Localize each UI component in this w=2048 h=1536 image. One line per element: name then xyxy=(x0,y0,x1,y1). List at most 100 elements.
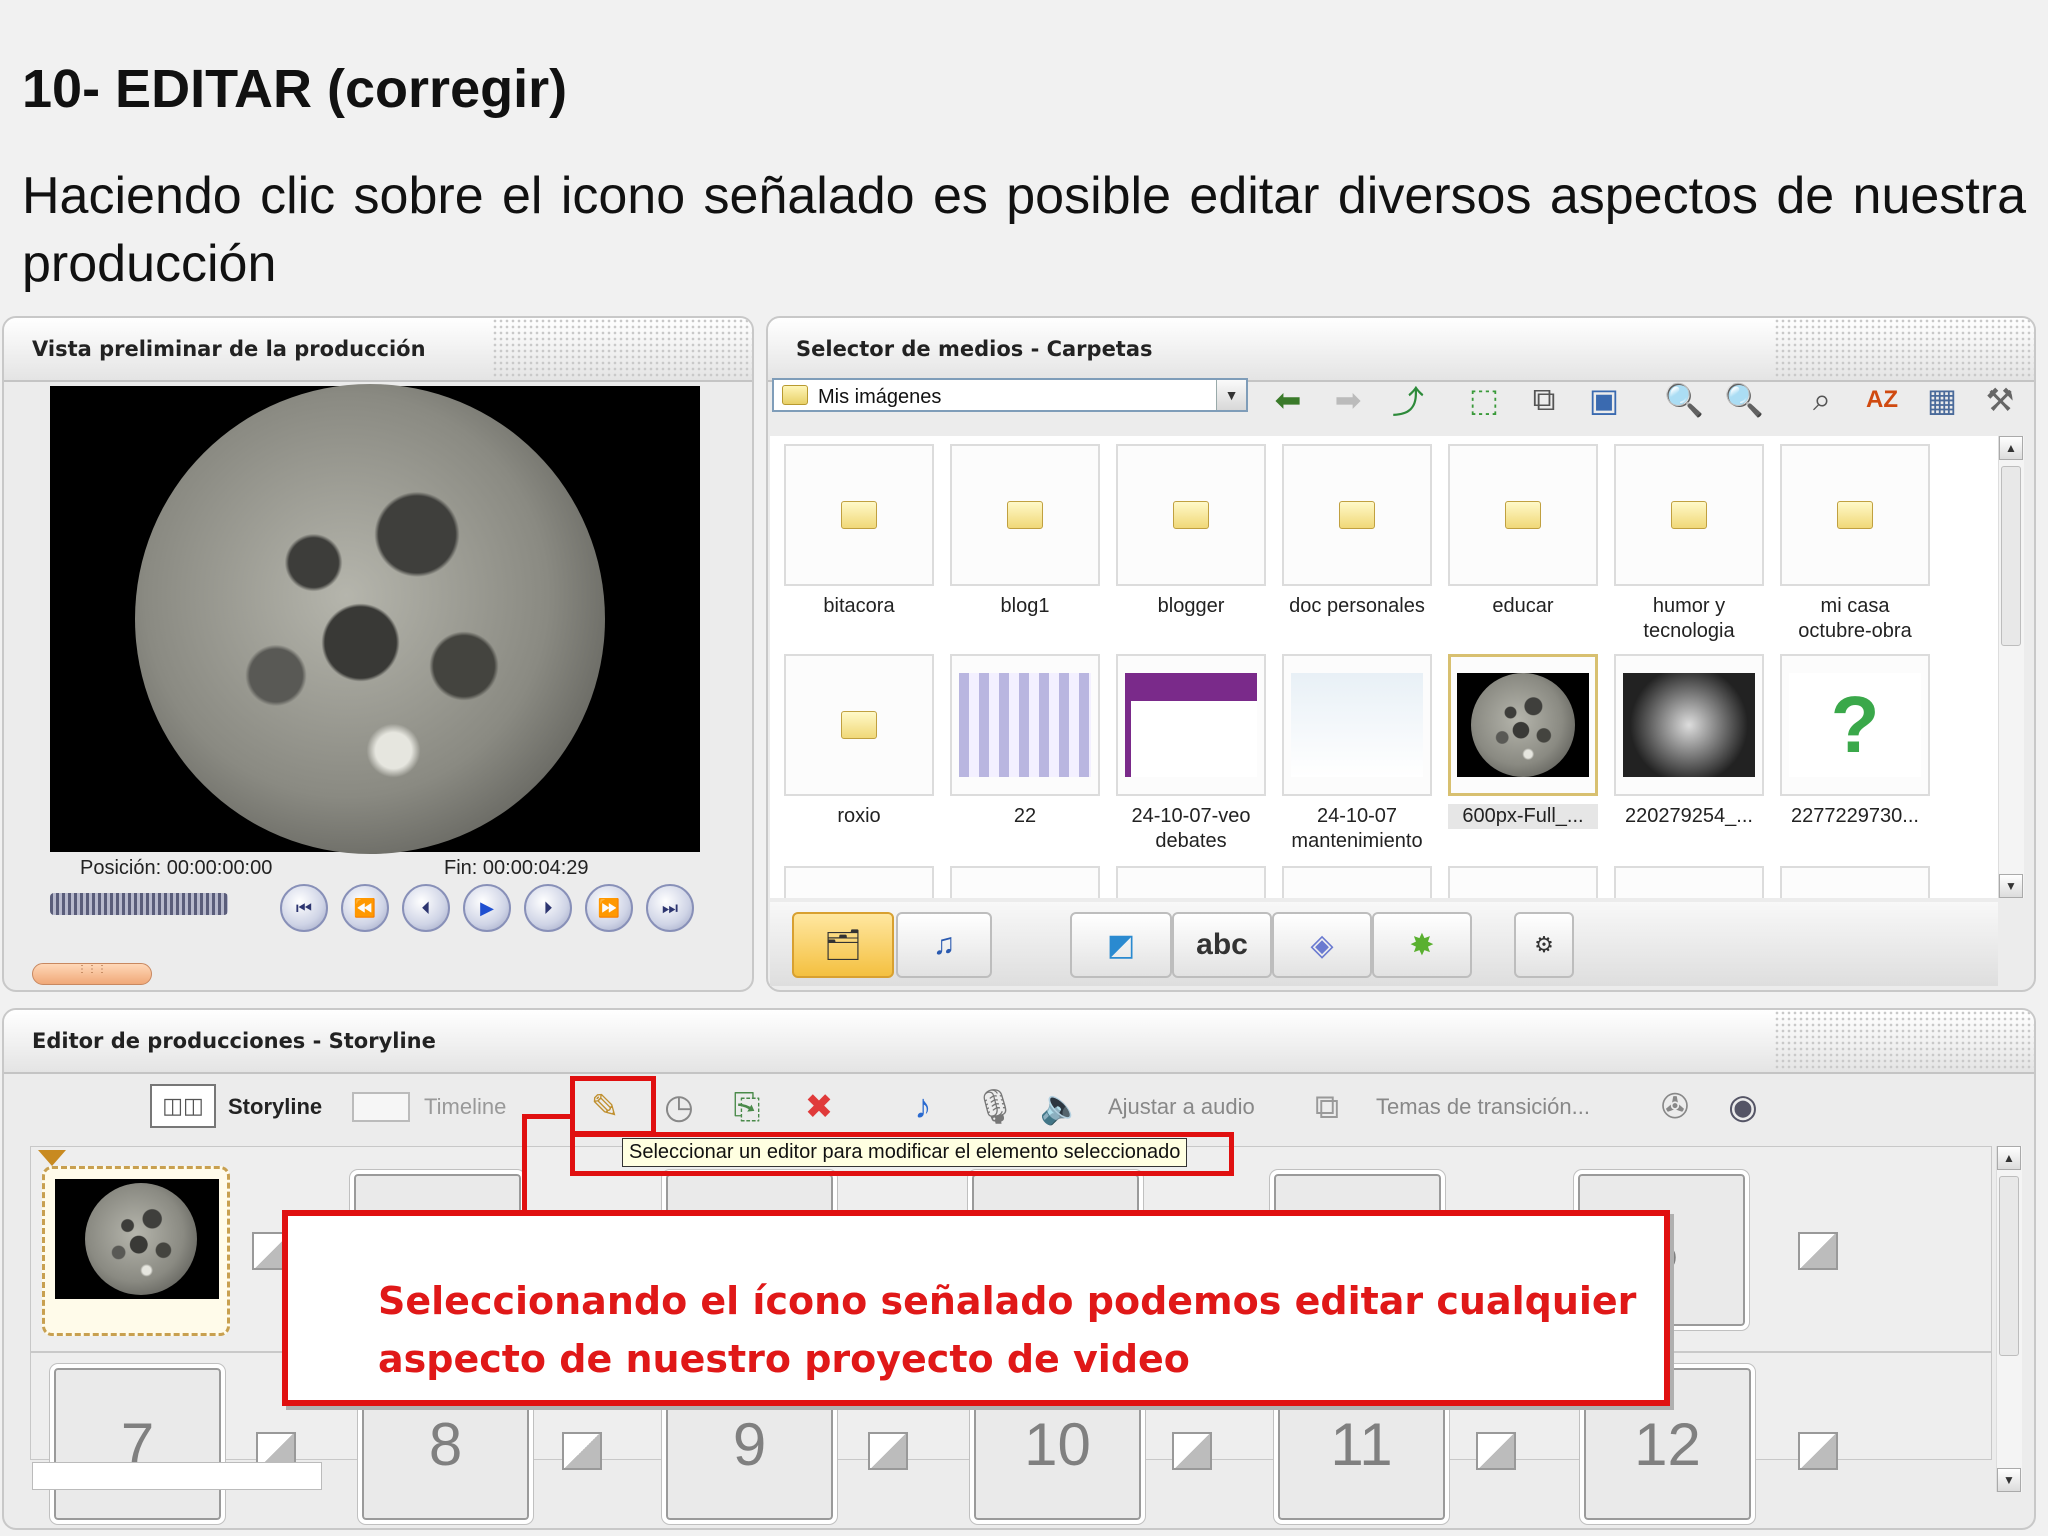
forward-arrow-icon[interactable]: ➡ xyxy=(1326,380,1370,420)
playback-seek-bar[interactable] xyxy=(50,893,228,915)
scroll-down-arrow-icon[interactable]: ▼ xyxy=(1999,874,2023,898)
tab-effects[interactable]: ✸ xyxy=(1372,912,1472,978)
media-thumbnail-partial[interactable] xyxy=(784,866,934,898)
transition-slot-icon[interactable] xyxy=(1172,1432,1212,1470)
image-preview xyxy=(1623,673,1755,777)
storyline-slot-7[interactable]: 7 xyxy=(50,1364,225,1524)
film-reel-icon[interactable]: ✇ xyxy=(1650,1084,1700,1130)
preview-media-icon[interactable]: ▣ xyxy=(1582,380,1626,420)
previous-frame-button[interactable]: ⏴ xyxy=(402,884,450,932)
fit-to-audio-label[interactable]: Ajustar a audio xyxy=(1108,1094,1255,1120)
media-folder-item[interactable]: mi casa octubre-obra xyxy=(1780,444,1930,644)
media-folder-item[interactable]: educar xyxy=(1448,444,1598,619)
media-image-item[interactable]: ? 2277229730... xyxy=(1780,654,1930,829)
view-mode-icon[interactable]: ▦ xyxy=(1920,380,1964,420)
tab-text[interactable]: abc xyxy=(1172,912,1272,978)
zoom-in-icon[interactable]: 🔍 xyxy=(1662,380,1706,420)
copy-files-icon[interactable]: ⧉ xyxy=(1522,380,1566,420)
scroll-thumb[interactable] xyxy=(2001,466,2021,646)
timeline-mode-icon[interactable] xyxy=(352,1092,410,1122)
storyline-mode-icon[interactable]: ◫◫ xyxy=(150,1084,216,1128)
go-to-end-button[interactable]: ⏭ xyxy=(646,884,694,932)
search-icon[interactable]: ⌕ xyxy=(1800,380,1844,420)
media-thumbnail-partial[interactable] xyxy=(1282,866,1432,898)
storyline-vertical-scrollbar[interactable]: ▲ ▼ xyxy=(1996,1146,2022,1492)
storyline-mode-label[interactable]: Storyline xyxy=(228,1094,322,1120)
media-folder-item[interactable]: roxio xyxy=(784,654,934,829)
media-folder-item[interactable]: humor y tecnologia xyxy=(1614,444,1764,644)
transition-slot-icon[interactable] xyxy=(562,1432,602,1470)
moon-image xyxy=(1471,673,1575,777)
folder-select[interactable]: Mis imágenes ▼ xyxy=(772,378,1248,412)
media-folder-item[interactable]: bitacora xyxy=(784,444,934,619)
media-thumbnail: ? xyxy=(1780,654,1930,796)
folder-icon xyxy=(782,385,808,405)
media-folder-item[interactable]: blog1 xyxy=(950,444,1100,619)
folder-select-value: Mis imágenes xyxy=(818,386,942,408)
fast-forward-button[interactable]: ⏩ xyxy=(585,884,633,932)
play-button[interactable]: ▶ xyxy=(463,884,511,932)
transition-slot-icon[interactable] xyxy=(1798,1432,1838,1470)
scroll-up-arrow-icon[interactable]: ▲ xyxy=(1997,1146,2021,1170)
tools-icon[interactable]: ⚒ xyxy=(1978,380,2022,420)
transition-themes-label[interactable]: Temas de transición... xyxy=(1376,1094,1590,1120)
back-arrow-icon[interactable]: ⬅ xyxy=(1266,380,1310,420)
tab-transitions[interactable]: ◈ xyxy=(1272,912,1372,978)
header-dot-pattern xyxy=(1774,318,2034,378)
preview-panel-header: Vista preliminar de la producción xyxy=(4,318,752,382)
slide-intro-text: Haciendo clic sobre el icono señalado es… xyxy=(22,167,2026,293)
scroll-down-arrow-icon[interactable]: ▼ xyxy=(1997,1468,2021,1492)
transition-themes-icon[interactable]: ⧉ xyxy=(1302,1084,1352,1130)
speaker-icon[interactable]: 🔈 xyxy=(1036,1084,1086,1130)
timeline-mode-label[interactable]: Timeline xyxy=(424,1094,506,1120)
dvd-icon[interactable]: ◉ xyxy=(1718,1084,1768,1130)
tab-folders[interactable]: 🗂 xyxy=(792,912,894,978)
tab-backgrounds[interactable]: ◩ xyxy=(1070,912,1172,978)
media-image-item[interactable]: 220279254_... xyxy=(1614,654,1764,829)
media-thumbnail-partial[interactable] xyxy=(1116,866,1266,898)
media-image-item[interactable]: 600px-Full_... xyxy=(1448,654,1598,829)
folder-up-icon[interactable]: ⤴ xyxy=(1386,380,1430,420)
preview-scroll-handle[interactable]: ⋮⋮⋮ xyxy=(32,963,152,985)
transition-slot-icon[interactable] xyxy=(1798,1232,1838,1270)
media-item-label: bitacora xyxy=(823,595,895,617)
tab-audio[interactable]: ♫ xyxy=(896,912,992,978)
editor-tooltip: Seleccionar un editor para modificar el … xyxy=(622,1138,1188,1167)
scroll-up-arrow-icon[interactable]: ▲ xyxy=(1999,436,2023,460)
microphone-icon[interactable]: 🎙 xyxy=(970,1084,1020,1130)
media-vertical-scrollbar[interactable]: ▲ ▼ xyxy=(1998,436,2024,898)
media-thumbnail-partial[interactable] xyxy=(1448,866,1598,898)
tab-plugins[interactable]: ⚙ xyxy=(1514,912,1574,978)
sort-az-icon[interactable]: AZ xyxy=(1860,380,1904,420)
media-thumbnail xyxy=(1116,444,1266,586)
media-item-label: doc personales xyxy=(1289,595,1425,617)
media-folder-item[interactable]: blogger xyxy=(1116,444,1266,619)
scroll-thumb[interactable] xyxy=(1999,1176,2019,1356)
media-image-item[interactable]: 24-10-07-veo debates xyxy=(1116,654,1266,854)
media-panel-title: Selector de medios - Carpetas xyxy=(796,337,1153,361)
storyline-clip-selected[interactable] xyxy=(42,1166,230,1336)
zoom-out-icon[interactable]: 🔍 xyxy=(1722,380,1766,420)
media-thumbnail-partial[interactable] xyxy=(1780,866,1930,898)
media-folder-item[interactable]: doc personales xyxy=(1282,444,1432,619)
transition-slot-icon[interactable] xyxy=(868,1432,908,1470)
media-item-label: 22 xyxy=(1013,805,1037,827)
media-image-item[interactable]: 24-10-07 mantenimiento xyxy=(1282,654,1432,854)
media-image-item[interactable]: 22 xyxy=(950,654,1100,829)
next-frame-button[interactable]: ⏵ xyxy=(524,884,572,932)
delete-icon[interactable]: ✖ xyxy=(794,1084,844,1130)
media-item-label: 24-10-07 mantenimiento xyxy=(1291,805,1423,852)
select-all-icon[interactable]: ⬚ xyxy=(1462,380,1506,420)
media-thumbnail-partial[interactable] xyxy=(1614,866,1764,898)
media-thumbnail-partial[interactable] xyxy=(950,866,1100,898)
transition-slot-icon[interactable] xyxy=(1476,1432,1516,1470)
storyline-horizontal-scroll[interactable] xyxy=(32,1462,322,1490)
media-thumbnail xyxy=(1448,444,1598,586)
add-audio-icon[interactable]: ♪ xyxy=(898,1084,948,1130)
duration-clock-icon[interactable]: ◷ xyxy=(654,1084,704,1130)
go-to-start-button[interactable]: ⏮ xyxy=(280,884,328,932)
rewind-button[interactable]: ⏪ xyxy=(341,884,389,932)
chevron-down-icon[interactable]: ▼ xyxy=(1216,380,1246,410)
slide-title: 10- EDITAR (corregir) xyxy=(22,59,568,119)
paste-icon[interactable]: ⎘ xyxy=(722,1084,772,1130)
